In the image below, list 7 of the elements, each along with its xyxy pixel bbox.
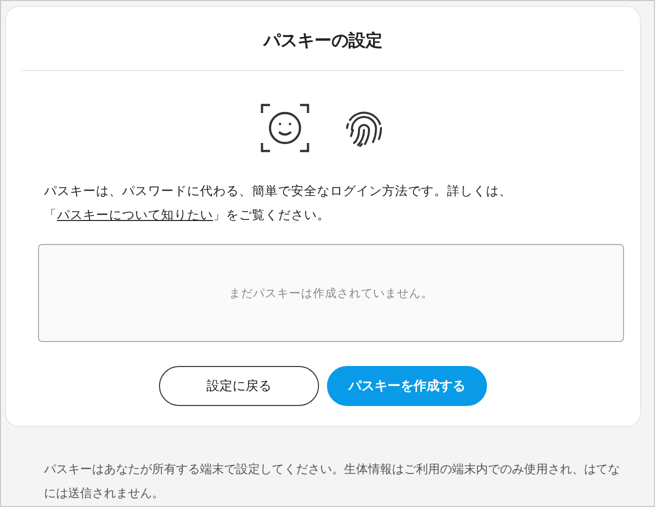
face-id-icon — [260, 103, 310, 153]
intro-text: パスキーは、パスワードに代わる、簡単で安全なログイン方法です。詳しくは、「パスキーについて知りたい」をご覧ください。 — [44, 182, 513, 224]
back-button[interactable]: 設定に戻る — [159, 366, 319, 406]
footer-note: パスキーはあなたが所有する端末で設定してください。生体情報はご利用の端末内でのみ使用され、はてなには送信されません。 — [44, 461, 621, 502]
empty-message: まだパスキーは作成されていません。 — [229, 286, 433, 300]
dialog-title: パスキーの設定 — [262, 30, 384, 53]
learn-more-link[interactable]: パスキーについて知りたい — [57, 207, 213, 222]
